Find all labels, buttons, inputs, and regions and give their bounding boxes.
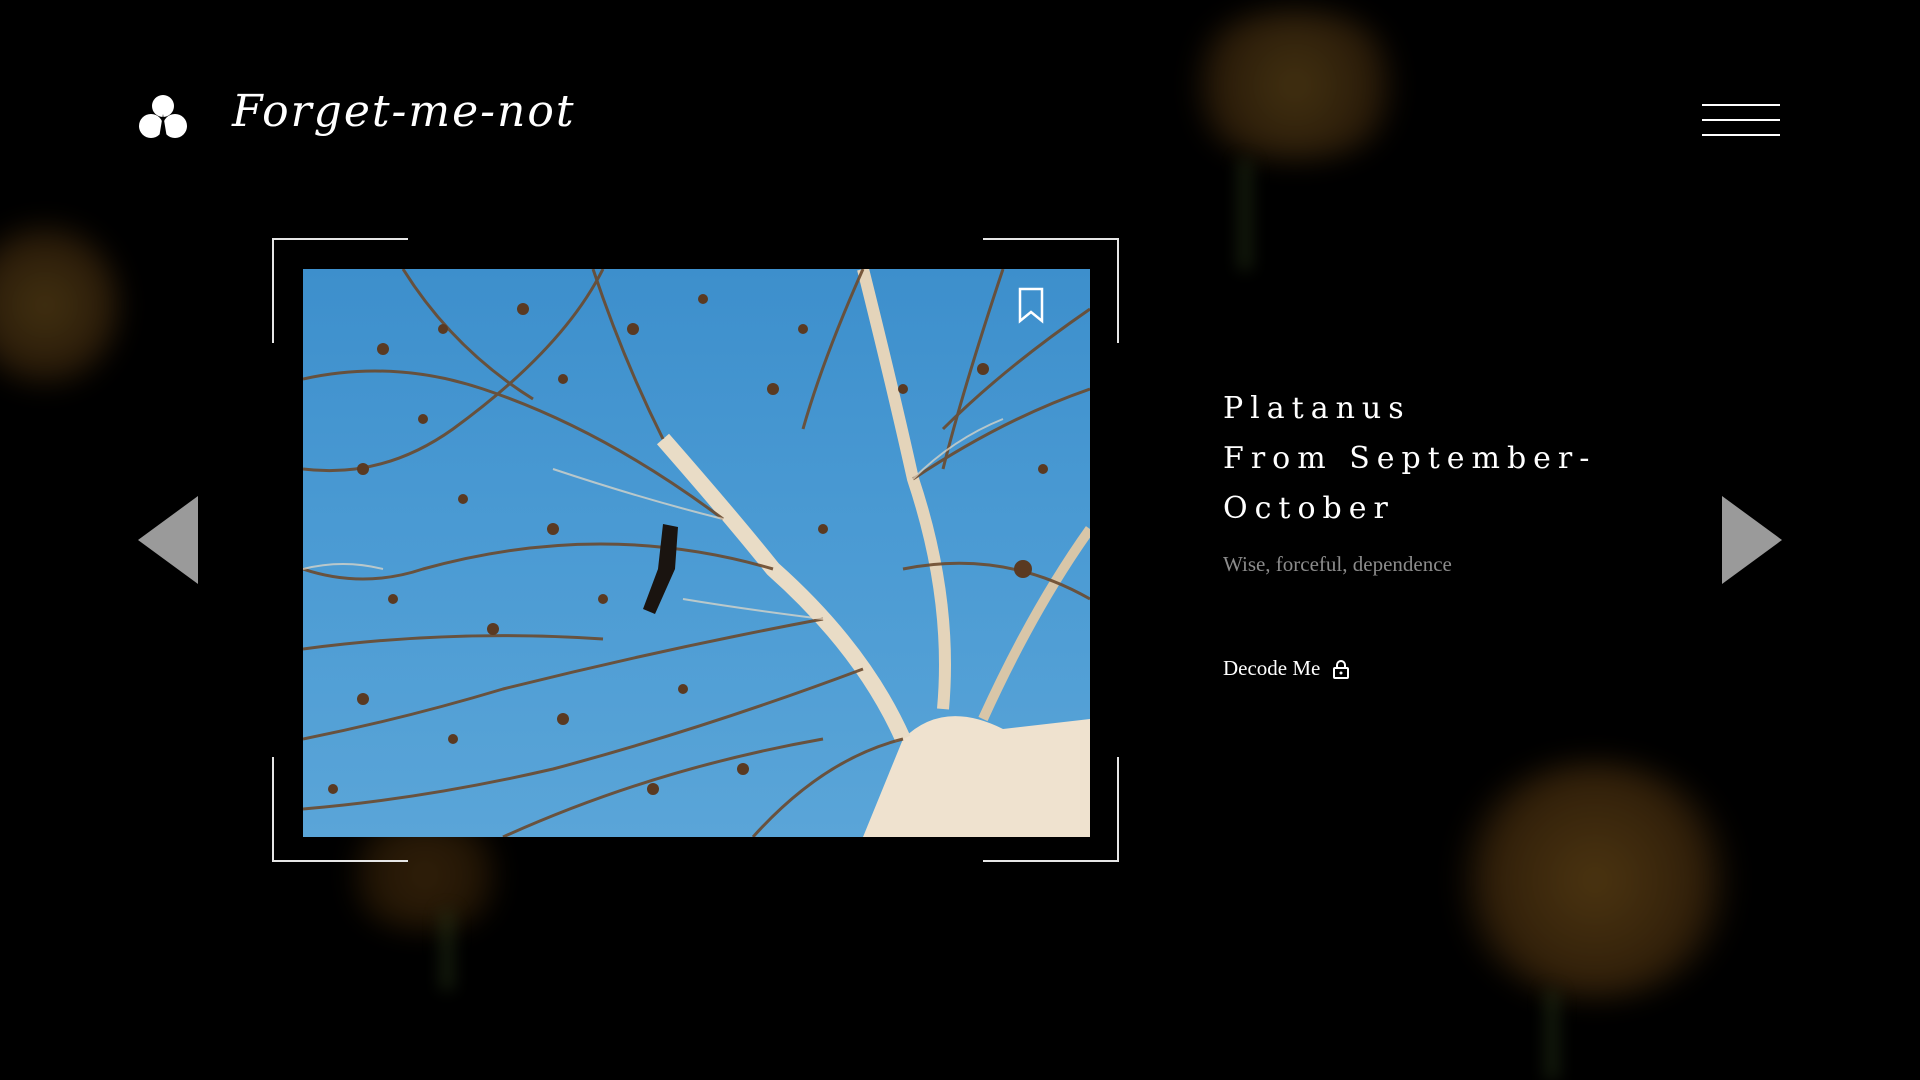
trefoil-drop-icon[interactable] <box>138 92 188 140</box>
next-arrow-button[interactable] <box>1722 496 1782 584</box>
bookmark-icon[interactable] <box>1016 286 1046 324</box>
background-flower-stem <box>1545 990 1559 1080</box>
background-flower-stem <box>440 910 454 990</box>
previous-arrow-button[interactable] <box>138 496 198 584</box>
flower-title: Platanus From September- October <box>1223 384 1596 534</box>
triangle-right-icon <box>1722 496 1782 584</box>
decode-me-button[interactable]: Decode Me <box>1223 656 1350 681</box>
flower-meanings: Wise, forceful, dependence <box>1223 552 1452 576</box>
background-flower <box>1180 10 1410 160</box>
hamburger-menu-icon[interactable] <box>1702 102 1780 138</box>
bloom-period-end: October <box>1223 491 1395 526</box>
flower-photo <box>303 269 1090 837</box>
brand-name[interactable]: Forget-me-not <box>232 86 576 137</box>
triangle-left-icon <box>138 496 198 584</box>
background-flower-stem <box>1238 160 1252 270</box>
background-flower <box>1450 760 1740 1000</box>
lock-icon <box>1332 659 1350 679</box>
background-flower <box>0 220 120 390</box>
decode-me-label: Decode Me <box>1223 656 1321 680</box>
flower-name: Platanus <box>1223 391 1411 426</box>
bloom-period-start: From September- <box>1223 441 1597 476</box>
